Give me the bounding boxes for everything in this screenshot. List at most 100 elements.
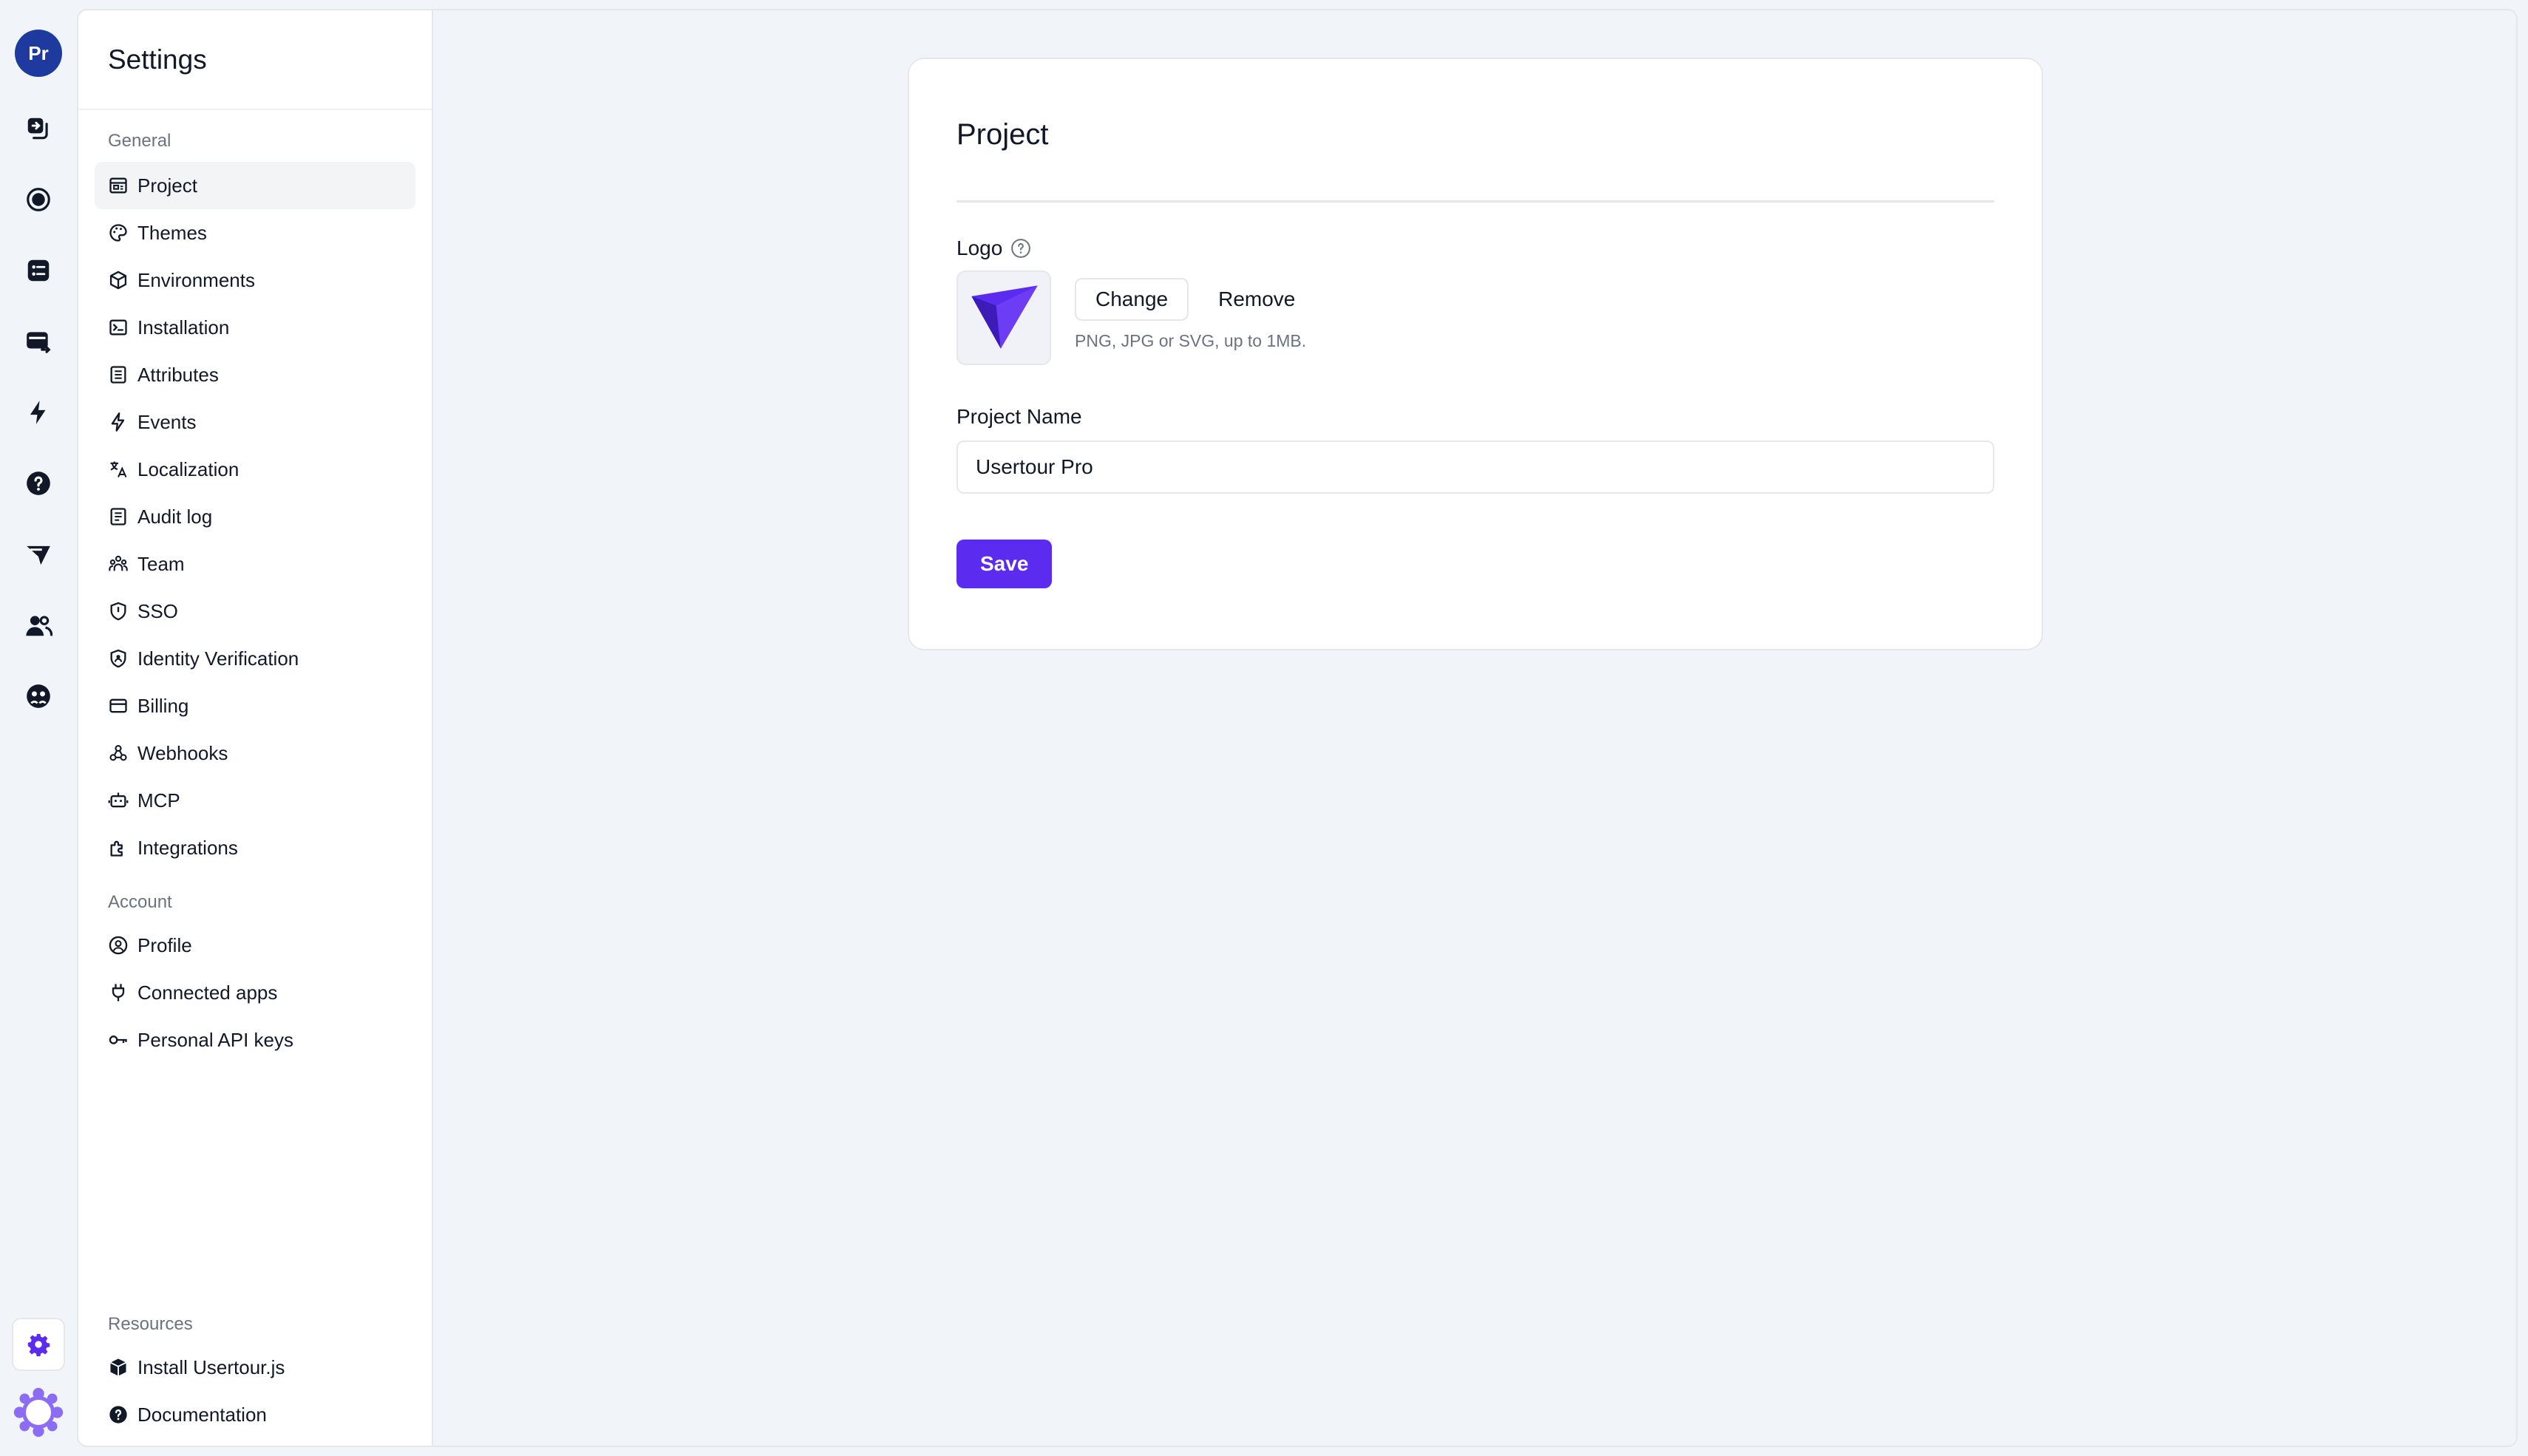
- logo-preview: [957, 271, 1051, 365]
- logo-row: Change Remove PNG, JPG or SVG, up to 1MB…: [957, 271, 1994, 365]
- sidebar-item-environments[interactable]: Environments: [95, 256, 415, 304]
- sidebar-item-installation[interactable]: Installation: [95, 304, 415, 351]
- surveys-icon[interactable]: [15, 519, 62, 590]
- sidebar-item-label: Personal API keys: [137, 1028, 293, 1051]
- sidebar-item-label: MCP: [137, 789, 180, 812]
- companies-icon[interactable]: [15, 661, 62, 732]
- sidebar-item-events[interactable]: Events: [95, 398, 415, 446]
- events-icon[interactable]: [15, 377, 62, 448]
- project-settings-card: Project Logo Change Remove PNG, JPG or S…: [908, 58, 2043, 650]
- help-icon[interactable]: [15, 448, 62, 519]
- translate-icon: [110, 461, 127, 477]
- sidebar-item-team[interactable]: Team: [95, 540, 415, 588]
- plug-icon: [112, 984, 125, 1001]
- sidebar-item-identity-verification[interactable]: Identity Verification: [95, 635, 415, 682]
- sidebar-item-label: SSO: [137, 599, 178, 622]
- sidebar-item-integrations[interactable]: Integrations: [95, 824, 415, 871]
- remove-logo-button[interactable]: Remove: [1197, 278, 1316, 321]
- sidebar-item-label: Installation: [137, 316, 230, 339]
- sidebar-item-audit-log[interactable]: Audit log: [95, 493, 415, 540]
- project-name-label: Project Name: [957, 405, 1082, 428]
- palette-icon: [109, 224, 127, 242]
- key-icon: [109, 1035, 127, 1044]
- general-section-label: General: [108, 131, 171, 151]
- sidebar-item-label: Themes: [137, 221, 207, 244]
- shield-icon: [110, 602, 126, 621]
- bolt-icon: [111, 412, 125, 432]
- sidebar-header: Settings: [78, 10, 432, 110]
- sidebar-item-themes[interactable]: Themes: [95, 209, 415, 256]
- puzzle-icon: [110, 840, 123, 857]
- general-nav: Project Themes Environments Installation…: [78, 162, 432, 871]
- launchers-icon[interactable]: [15, 235, 62, 306]
- sidebar-item-label: Project: [137, 174, 197, 197]
- sidebar-item-label: Integrations: [137, 836, 238, 859]
- sidebar-item-label: Attributes: [137, 363, 219, 386]
- logo-hint: PNG, JPG or SVG, up to 1MB.: [1075, 331, 1307, 350]
- sidebar-item-install-usertour-js[interactable]: Install Usertour.js: [95, 1344, 415, 1391]
- cube-icon: [109, 271, 127, 290]
- flows-icon[interactable]: [15, 93, 62, 164]
- icon-rail: Pr: [0, 0, 77, 1456]
- logo-actions: Change Remove PNG, JPG or SVG, up to 1MB…: [1075, 278, 1316, 351]
- sidebar-item-label: Localization: [137, 457, 239, 480]
- terminal-icon: [109, 319, 127, 336]
- sidebar-item-localization[interactable]: Localization: [95, 446, 415, 493]
- settings-button[interactable]: [12, 1318, 65, 1371]
- page-title: Project: [957, 59, 1994, 203]
- settings-sidebar: Settings General Project Themes Environm…: [78, 10, 433, 1446]
- shield-user-icon: [110, 649, 126, 668]
- sidebar-item-sso[interactable]: SSO: [95, 588, 415, 635]
- sidebar-item-label: Connected apps: [137, 981, 278, 1004]
- sidebar-item-label: Team: [137, 552, 185, 575]
- settings-frame: Settings General Project Themes Environm…: [77, 9, 2518, 1447]
- sidebar-item-label: Environments: [137, 268, 255, 291]
- project-icon: [109, 177, 127, 194]
- account-nav: Profile Connected apps Personal API keys: [78, 922, 432, 1064]
- sidebar-title: Settings: [108, 44, 207, 75]
- project-name-input[interactable]: [957, 440, 1994, 494]
- sidebar-item-label: Profile: [137, 933, 192, 956]
- save-button[interactable]: Save: [957, 540, 1053, 588]
- sidebar-item-webhooks[interactable]: Webhooks: [95, 729, 415, 777]
- sidebar-item-label: Events: [137, 410, 197, 433]
- rail-bottom: [0, 1318, 77, 1441]
- sidebar-item-profile[interactable]: Profile: [95, 922, 415, 969]
- sidebar-item-billing[interactable]: Billing: [95, 682, 415, 729]
- sidebar-item-label: Webhooks: [137, 741, 228, 764]
- sidebar-item-label: Documentation: [137, 1403, 267, 1426]
- document-icon: [110, 508, 126, 525]
- logo-label-text: Logo: [957, 237, 1003, 259]
- usertour-logo-icon: [13, 1387, 64, 1441]
- resources-section-label: Resources: [108, 1314, 193, 1334]
- card-icon: [109, 698, 127, 713]
- rail-icons: [15, 93, 62, 732]
- question-icon: [109, 1406, 127, 1423]
- users-icon[interactable]: [15, 590, 62, 661]
- general-section: General Project Themes Environments Inst…: [78, 131, 432, 871]
- sidebar-item-connected-apps[interactable]: Connected apps: [95, 969, 415, 1016]
- webhook-icon: [109, 745, 127, 761]
- sidebar-item-label: Billing: [137, 694, 189, 717]
- resources-nav: Install Usertour.js Documentation: [78, 1344, 432, 1438]
- sidebar-item-personal-api-keys[interactable]: Personal API keys: [95, 1016, 415, 1064]
- help-circle-icon[interactable]: [1010, 237, 1032, 259]
- sidebar-item-label: Identity Verification: [137, 647, 299, 670]
- project-avatar[interactable]: Pr: [15, 30, 62, 77]
- sidebar-item-mcp[interactable]: MCP: [95, 777, 415, 824]
- robot-icon: [108, 792, 129, 808]
- logo-field-label: Logo: [957, 237, 1994, 260]
- sidebar-item-documentation[interactable]: Documentation: [95, 1391, 415, 1438]
- resources-section: Resources Install Usertour.js Documentat…: [78, 1314, 432, 1438]
- list-icon: [110, 366, 126, 384]
- package-icon: [110, 1358, 126, 1376]
- sidebar-item-project[interactable]: Project: [95, 162, 415, 209]
- change-logo-button[interactable]: Change: [1075, 278, 1189, 321]
- sidebar-item-label: Install Usertour.js: [137, 1355, 285, 1378]
- banners-icon[interactable]: [15, 306, 62, 377]
- checklists-icon[interactable]: [15, 164, 62, 235]
- sidebar-item-attributes[interactable]: Attributes: [95, 351, 415, 398]
- user-circle-icon: [109, 936, 128, 955]
- sidebar-item-label: Audit log: [137, 505, 213, 528]
- project-logo-icon: [971, 285, 1038, 349]
